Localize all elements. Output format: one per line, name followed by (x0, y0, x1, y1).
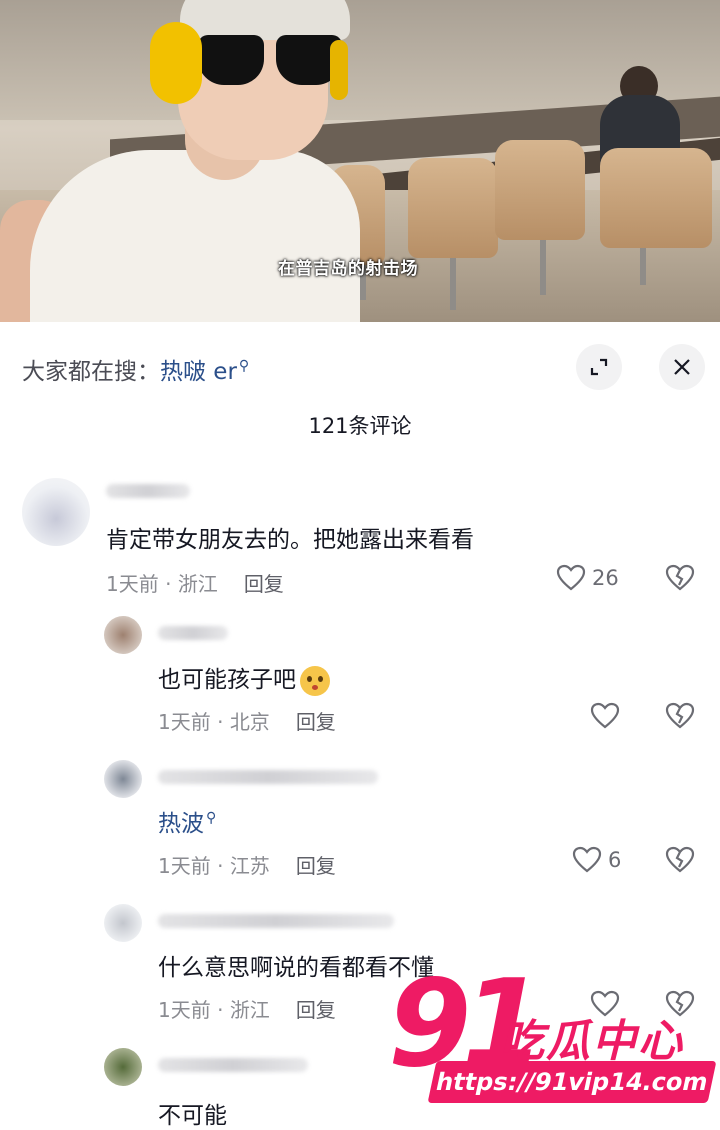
video-person-earmuff (330, 40, 348, 100)
comment-meta: 1天前 · 北京 回复 (158, 710, 336, 734)
video-chair (408, 158, 498, 258)
reply-item: 热波 ⚲ 1天前 · 江苏 回复 6 (0, 758, 720, 888)
like-count: 26 (592, 566, 619, 590)
comment-time: 1天前 (158, 854, 211, 878)
comment-text-content: 也可能孩子吧 (158, 667, 296, 693)
comment-text: 不可能 (158, 1103, 227, 1129)
dislike-button[interactable] (665, 702, 695, 734)
like-button[interactable] (590, 702, 620, 730)
comment-time: 1天前 (158, 710, 211, 734)
thinking-face-emoji (300, 665, 330, 696)
username-blurred[interactable] (158, 626, 228, 640)
reply-item: 也可能孩子吧 1天前 · 北京 回复 (0, 614, 720, 744)
broken-heart-icon (665, 702, 695, 729)
comment-item: 肯定带女朋友去的。把她露出来看看 1天前 · 浙江 回复 26 (0, 472, 720, 602)
reply-button[interactable]: 回复 (296, 998, 336, 1022)
avatar[interactable] (104, 760, 142, 798)
comment-location: 北京 (229, 710, 270, 734)
search-icon: ⚲ (238, 358, 250, 375)
comment-time: 1天前 (106, 572, 159, 596)
comment-location: 浙江 (229, 998, 270, 1022)
username-blurred[interactable] (158, 1058, 308, 1072)
video-caption: 在普吉岛的射击场 (278, 259, 418, 279)
trending-search-prefix: 大家都在搜： (22, 359, 160, 385)
broken-heart-icon (665, 564, 695, 591)
like-count: 6 (608, 848, 622, 872)
watermark-brand: 吃瓜中心 (500, 1016, 684, 1067)
trending-search-keyword[interactable]: 热啵 er (160, 359, 237, 385)
dislike-button[interactable] (665, 846, 695, 878)
comment-location: 江苏 (229, 854, 270, 878)
video-chair-leg (540, 235, 546, 295)
comment-meta: 1天前 · 浙江 回复 (106, 572, 284, 596)
username-blurred[interactable] (106, 484, 190, 498)
reply-button[interactable]: 回复 (296, 710, 336, 734)
avatar[interactable] (22, 478, 90, 546)
video-person-sunglasses (198, 35, 264, 85)
video-chair-leg (450, 250, 456, 310)
comment-meta: 1天前 · 浙江 回复 (158, 998, 336, 1022)
comment-search-link[interactable]: 热波 ⚲ (158, 804, 216, 838)
comment-text-content: 热波 (158, 811, 204, 837)
video-person-shirt (30, 150, 360, 322)
video-person-cap (180, 0, 350, 40)
trending-search[interactable]: 大家都在搜：热啵 er ⚲ (22, 352, 249, 386)
dislike-button[interactable] (665, 564, 695, 596)
like-button[interactable]: 6 (572, 846, 621, 874)
reply-button[interactable]: 回复 (296, 854, 336, 878)
comment-count-title: 121条评论 (308, 414, 412, 438)
search-icon: ⚲ (206, 810, 217, 827)
avatar[interactable] (104, 1048, 142, 1086)
video-player[interactable]: 在普吉岛的射击场 (0, 0, 720, 322)
username-blurred[interactable] (158, 770, 378, 784)
video-chair (495, 140, 585, 240)
close-icon (674, 359, 690, 375)
heart-icon (590, 702, 620, 729)
comment-location: 浙江 (177, 572, 218, 596)
broken-heart-icon (665, 846, 695, 873)
heart-icon (572, 846, 602, 873)
comment-meta: 1天前 · 江苏 回复 (158, 854, 336, 878)
video-person-earmuff (150, 22, 202, 104)
watermark-url: https://91vip14.com (427, 1061, 717, 1103)
video-chair (600, 148, 712, 248)
comment-text: 也可能孩子吧 (158, 660, 330, 696)
comment-text: 肯定带女朋友去的。把她露出来看看 (106, 527, 474, 553)
like-button[interactable]: 26 (556, 564, 619, 592)
comment-time: 1天前 (158, 998, 211, 1022)
heart-icon (556, 564, 586, 591)
expand-button[interactable] (576, 344, 622, 390)
reply-button[interactable]: 回复 (244, 572, 284, 596)
watermark-logo: 91 吃瓜中心 https://91vip14.com (388, 965, 718, 1115)
close-button[interactable] (659, 344, 705, 390)
avatar[interactable] (104, 616, 142, 654)
username-blurred[interactable] (158, 914, 394, 928)
avatar[interactable] (104, 904, 142, 942)
expand-icon (590, 358, 608, 376)
